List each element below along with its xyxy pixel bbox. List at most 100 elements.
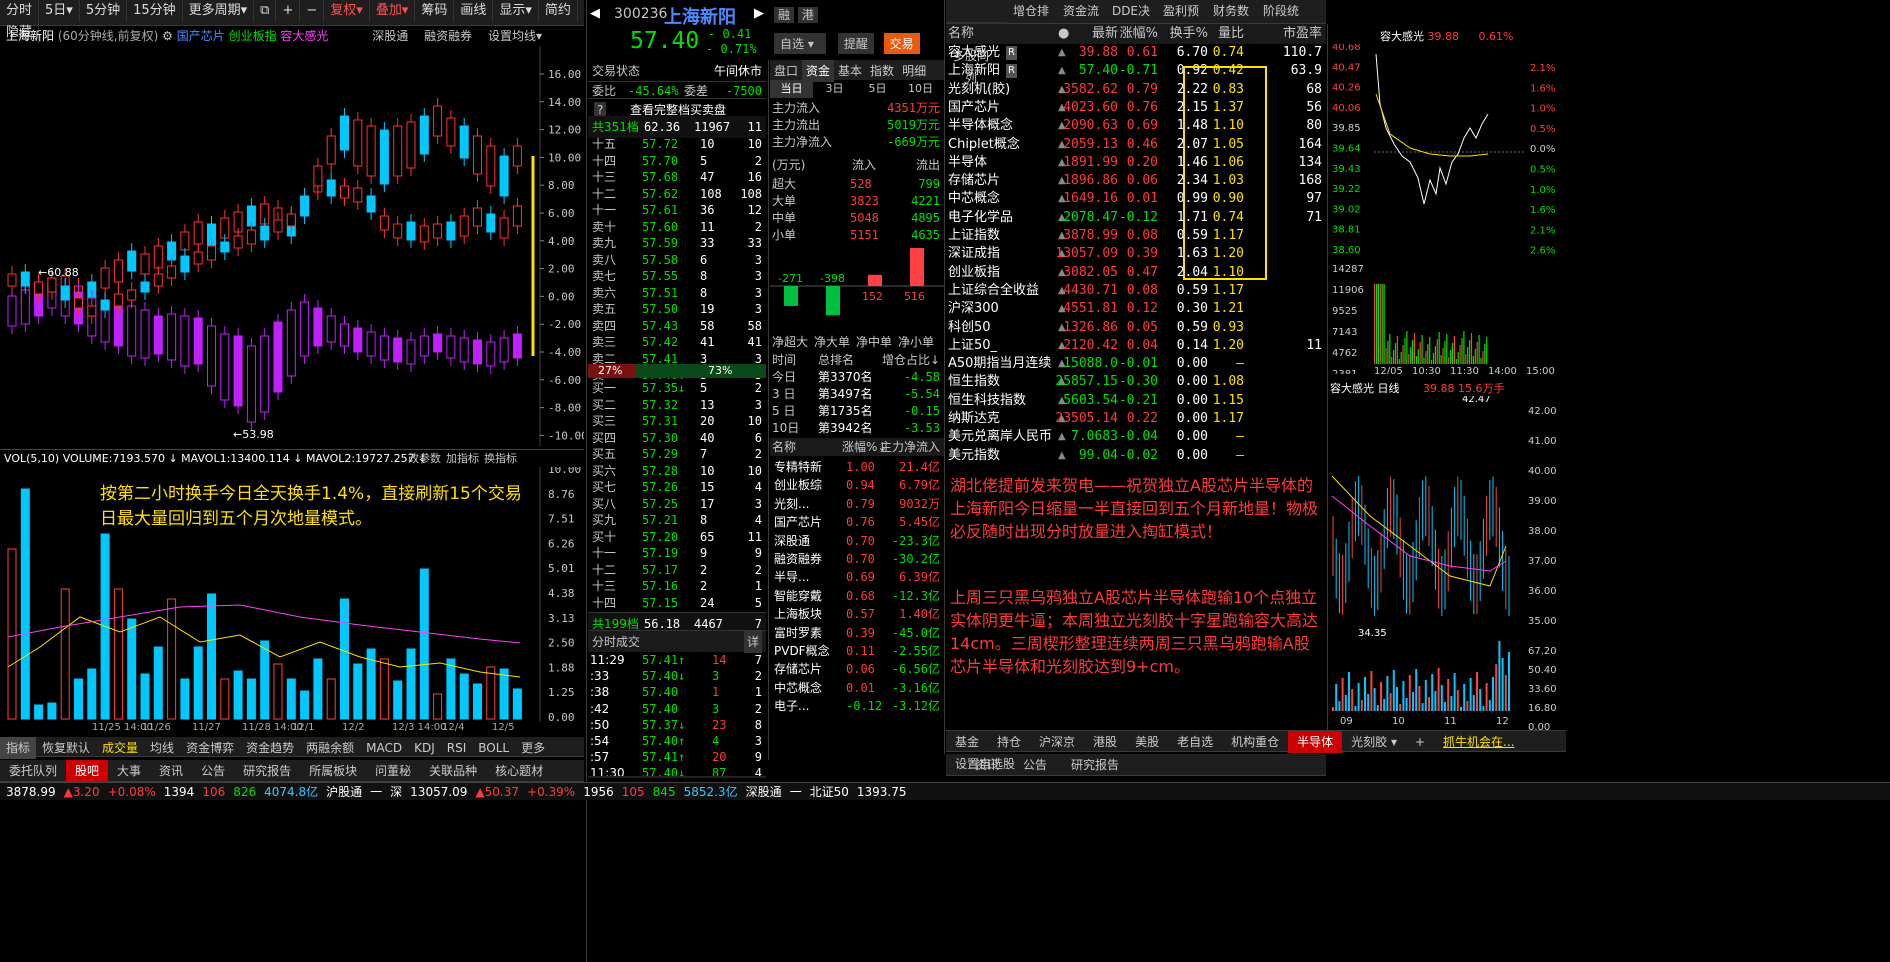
order-level[interactable]: 买一 57.35↓ 5 2 [588,380,766,397]
bell-icon[interactable]: ▲ [1058,44,1066,62]
period-5day[interactable]: 5日▾ [39,0,80,22]
display-dropdown[interactable]: 显示▾ [493,0,539,22]
overlay-item[interactable]: 容大感光 [280,29,328,43]
detail-tab[interactable]: 公告 [192,760,234,782]
sector-row[interactable]: 存储芯片 0.06 -6.56亿 [770,660,944,678]
order-level[interactable]: 买九 57.21 8 4 [588,512,766,529]
list-row[interactable]: 美元指数 ▲ 99.04 -0.02 0.00— [946,447,1326,465]
period-tab[interactable]: 3日 [813,80,856,98]
list-row[interactable]: Chiplet概念 ▲ 2059.13 0.46 2.07 1.05 164 [946,136,1326,154]
list-row[interactable]: 上证综合全收益 ▲ 4430.71 0.08 0.59 1.17 [946,282,1326,300]
indicator-tab[interactable]: 恢复默认 [36,737,96,759]
order-level[interactable]: 买六 57.28 10 10 [588,463,766,480]
watchlist-group-tab[interactable]: 基金 [946,731,988,753]
link-item[interactable]: 改参数 [408,450,441,468]
sector-row[interactable]: 智能穿戴 0.68 -12.3亿 [770,587,944,605]
zoom-out-icon[interactable]: − [300,0,325,22]
watchlist-group-tab[interactable]: 美股 [1126,731,1168,753]
period-tab[interactable]: 当日 [770,80,813,98]
trade-button[interactable]: 交易 [883,33,920,54]
watchlist-group-tab[interactable]: 持仓 [988,731,1030,753]
list-row[interactable]: 存储芯片 ▲ 1896.86 0.06 2.34 1.03 168 [946,172,1326,190]
indicator-tab[interactable]: 两融余额 [300,737,360,759]
order-level[interactable]: 卖十 57.60 11 2 [588,219,766,236]
sector-row[interactable]: 光刻... 0.79 9032万 [770,495,944,513]
list-row[interactable]: A50期指当月连续 ▲ 15088.0 -0.01 0.00— [946,355,1326,373]
order-level[interactable]: 买五 57.29 7 2 [588,446,766,463]
mini-intraday-chart[interactable]: 40.68 40.47 40.26 40.06 39.85 39.64 39.43 39.22… [1330,44,1566,374]
list-tab[interactable]: 盈利预测 [1156,0,1206,40]
order-level[interactable]: 买二 57.32 13 3 [588,397,766,414]
indicator-tab[interactable]: KDJ [408,737,441,759]
order-level[interactable]: 卖八 57.58 6 3 [588,252,766,269]
bell-icon[interactable]: ▲ [1058,62,1066,80]
adjust-dropdown[interactable]: 复权▾ [324,0,370,22]
watchlist-group-tab[interactable]: 设置自选股 [946,753,1024,775]
list-row[interactable]: 恒生科技指数 ▲ 5603.54 -0.21 0.00 1.15 [946,392,1326,410]
order-level[interactable]: 十二 57.17 2 2 [588,562,766,579]
watchlist-group-tab[interactable]: + [1406,731,1434,753]
detail-tab[interactable]: 股吧 [66,760,109,782]
list-row[interactable]: 容大感光 R ▲ 39.88 0.61 6.70 0.74 110.7 [946,44,1326,62]
watchlist-group-tab[interactable]: 光刻胶 ▾ [1342,731,1406,753]
indicator-tab[interactable]: 均线 [144,737,180,759]
indicator-tab[interactable]: 更多 [515,737,551,759]
detail-tab[interactable]: 研究报告 [234,760,300,782]
sector-row[interactable]: 半导... 0.69 6.39亿 [770,568,944,586]
list-row[interactable]: 沪深300 ▲ 4551.81 0.12 0.30 1.21 [946,300,1326,318]
order-level[interactable]: 买八 57.25 17 3 [588,496,766,513]
order-level[interactable]: 卖九 57.59 33 33 [588,235,766,252]
column-header[interactable]: 涨幅% [1120,24,1158,44]
watchlist-group-tab[interactable]: 机构重仓 [1222,731,1288,753]
order-level[interactable]: 十四 57.70 5 2 [588,153,766,170]
list-row[interactable]: 恒生指数 ▲ 25857.15 -0.30 0.00 1.08 [946,373,1326,391]
fund-tab[interactable]: 盘口 [770,60,802,82]
order-level[interactable]: 十四 57.15 24 5 [588,595,766,612]
sector-row[interactable]: 专精特新 1.00 21.4亿 [770,458,944,476]
watchlist-group-tab[interactable]: 老自选 [1168,731,1222,753]
sector-row[interactable]: 富时罗素 0.39 -45.0亿 [770,624,944,642]
sector-row[interactable]: 深股通 0.70 -23.3亿 [770,532,944,550]
list-row[interactable]: 纳斯达克 ▲ 23505.14 0.22 0.00 1.17 [946,410,1326,428]
period-intraday[interactable]: 分时 [0,0,40,22]
order-level[interactable]: 卖四 57.43 58 58 [588,318,766,335]
list-row[interactable]: 电子化学品 ▲ 2078.47 -0.12 1.71 0.74 71 [946,209,1326,227]
info-tab[interactable]: 研究报告 [1062,754,1128,776]
fund-tab[interactable]: 指数 [866,60,898,82]
indicator-tab[interactable]: 指标 [0,737,37,759]
list-tab[interactable]: DDE决策 [1106,0,1156,40]
indicator-tab[interactable]: BOLL [472,737,515,759]
list-tab[interactable]: 阶段统计 [1256,0,1306,40]
order-level[interactable]: 卖六 57.51 8 3 [588,285,766,302]
list-row[interactable]: 上海新阳 R ▲ 57.40 -0.71 0.92 0.42 63.9 [946,62,1326,80]
gear-icon[interactable]: ⚙ [162,29,173,43]
watchlist-group-tab[interactable]: 港股 [1084,731,1126,753]
alert-button[interactable]: 提醒 [837,33,874,54]
list-row[interactable]: 半导体概念 ▲ 2090.63 0.69 1.48 1.10 80 [946,117,1326,135]
more-periods-dropdown[interactable]: 更多周期▾ [183,0,255,22]
sector-row[interactable]: 中芯概念 0.01 -3.16亿 [770,679,944,697]
indicator-tab[interactable]: RSI [441,737,473,759]
list-row[interactable]: 上证指数 ▲ 3878.99 0.08 0.59 1.17 [946,227,1326,245]
list-row[interactable]: 国产芯片 ▲ 4023.60 0.76 2.15 1.37 56 [946,99,1326,117]
overlay-item[interactable]: 创业板指 [229,29,277,43]
watchlist-group-tab[interactable]: 半导体 [1288,731,1343,753]
sector-row[interactable]: 融资融券 0.70 -30.2亿 [770,550,944,568]
detail-tab[interactable]: 资讯 [150,760,192,782]
indicator-tab[interactable]: 成交量 [96,737,144,759]
period-5min[interactable]: 5分钟 [80,0,128,22]
detail-tab[interactable]: 关联品种 [420,760,486,782]
add-watchlist-button[interactable]: 自选 ▾ [774,33,826,54]
chevron-left-icon[interactable]: ◀ [590,6,600,21]
order-level[interactable]: 卖五 57.50 19 3 [588,301,766,318]
order-level[interactable]: 买七 57.26 15 4 [588,479,766,496]
sector-row[interactable]: 上海板块 0.57 1.40亿 [770,605,944,623]
sector-row[interactable]: 电子... -0.12 -3.12亿 [770,697,944,715]
detail-tab[interactable]: 所属板块 [300,760,366,782]
order-level[interactable]: 十一 57.19 9 9 [588,545,766,562]
fund-tab[interactable]: 明细 [898,60,930,82]
fund-tab[interactable]: 基本 [834,60,866,82]
list-row[interactable]: 中芯概念 ▲ 1649.16 0.01 0.99 0.90 97 [946,190,1326,208]
indicator-tab[interactable]: 资金博弈 [180,737,240,759]
copy-icon[interactable]: ⧉ [254,0,277,22]
